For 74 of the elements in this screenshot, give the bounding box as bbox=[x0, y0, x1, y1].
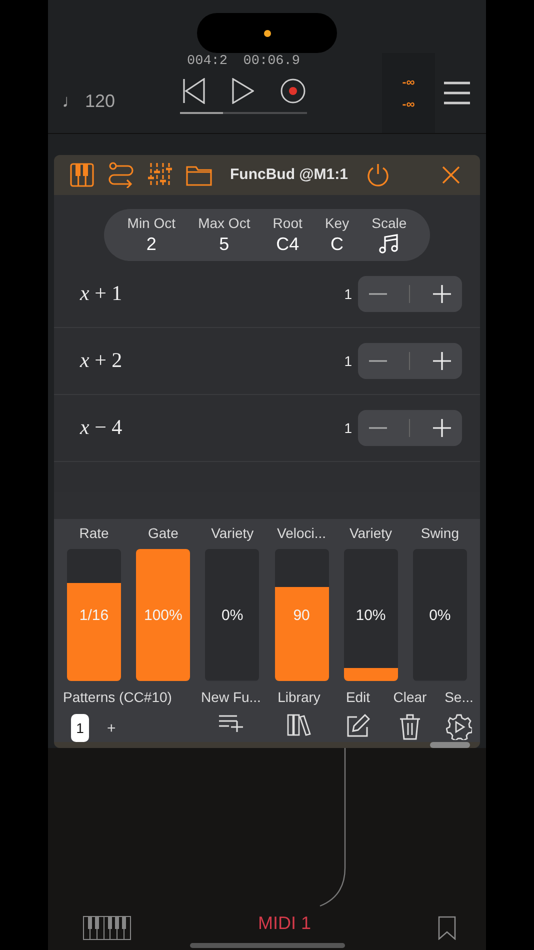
setting-label: Scale bbox=[372, 215, 407, 232]
edit-icon[interactable] bbox=[346, 714, 370, 738]
setting-label: Root bbox=[272, 214, 302, 231]
resize-handle[interactable] bbox=[430, 742, 470, 748]
stepper[interactable] bbox=[358, 410, 462, 446]
pattern-chip[interactable]: 1 bbox=[71, 714, 89, 742]
action-label: New Fu... bbox=[201, 689, 261, 705]
setting-value[interactable]: 5 bbox=[219, 234, 230, 255]
count-label: 1 bbox=[344, 352, 352, 369]
bookmark-icon[interactable] bbox=[438, 916, 456, 940]
setting-value[interactable]: C bbox=[330, 234, 344, 255]
power-icon[interactable] bbox=[366, 162, 390, 187]
function-expression[interactable]: x − 4 bbox=[80, 415, 344, 440]
keyboard-icon[interactable] bbox=[83, 916, 131, 940]
plus-icon[interactable] bbox=[432, 418, 451, 437]
setting-value[interactable]: 2 bbox=[146, 234, 156, 255]
mixer-icon[interactable] bbox=[148, 162, 172, 188]
setting-label: Min Oct bbox=[127, 214, 176, 231]
action-label: Se... bbox=[444, 689, 474, 705]
menu-icon[interactable] bbox=[444, 81, 470, 105]
action-label: Clear bbox=[393, 689, 427, 705]
slider-value: 100% bbox=[144, 606, 182, 624]
track-name[interactable]: MIDI 1 bbox=[258, 912, 311, 934]
action-label: Edit bbox=[346, 689, 370, 705]
minus-icon[interactable] bbox=[369, 426, 388, 429]
tempo-label[interactable]: ♩ 120 bbox=[62, 90, 180, 112]
slider-label: Gate bbox=[148, 525, 178, 541]
play-icon[interactable] bbox=[232, 78, 254, 104]
close-icon[interactable] bbox=[442, 166, 460, 184]
slider-label: Variety bbox=[211, 525, 254, 541]
record-icon[interactable] bbox=[280, 78, 306, 104]
folder-icon[interactable] bbox=[186, 164, 212, 186]
patterns-label: Patterns (CC#10) bbox=[63, 689, 172, 705]
plus-icon[interactable] bbox=[432, 284, 451, 303]
slider-label: Rate bbox=[79, 525, 109, 541]
add-pattern-button[interactable]: + bbox=[103, 720, 120, 736]
plugin-title: FuncBud @M1:1 bbox=[230, 166, 348, 184]
time-readout: 00:06.9 bbox=[243, 54, 300, 69]
setting-value[interactable]: C4 bbox=[276, 234, 300, 255]
setting-label: Key bbox=[324, 214, 350, 231]
setting-label: Max Oct bbox=[198, 214, 250, 231]
plus-icon[interactable] bbox=[432, 352, 451, 370]
count-label: 1 bbox=[344, 420, 352, 436]
slider-label: Variety bbox=[349, 525, 392, 541]
action-label: Library bbox=[278, 689, 320, 705]
position-readout: 004:2 bbox=[187, 54, 228, 69]
books-icon[interactable] bbox=[287, 714, 311, 736]
gear-play-icon[interactable] bbox=[446, 714, 472, 740]
count-label: 1 bbox=[344, 286, 352, 302]
slider-value: 0% bbox=[222, 606, 244, 624]
rewind-icon[interactable] bbox=[182, 78, 206, 104]
function-expression[interactable]: x + 1 bbox=[80, 281, 344, 306]
stepper[interactable] bbox=[358, 342, 462, 379]
piano-icon[interactable] bbox=[70, 162, 94, 187]
slider-track[interactable]: 0% bbox=[412, 549, 467, 681]
slider-track[interactable]: 10% bbox=[344, 549, 398, 681]
slider-track[interactable]: 0% bbox=[205, 549, 260, 681]
minus-icon[interactable] bbox=[369, 292, 388, 295]
route-icon[interactable] bbox=[108, 162, 134, 188]
stepper[interactable] bbox=[358, 276, 462, 312]
music-note-icon[interactable] bbox=[379, 234, 400, 254]
list-add-icon[interactable] bbox=[219, 714, 243, 732]
slider-value: 1/16 bbox=[79, 606, 109, 624]
slider-label: Veloci... bbox=[277, 525, 326, 541]
indicator-dot bbox=[264, 30, 270, 36]
slider-label: Swing bbox=[420, 525, 459, 541]
meter-readout: -∞ bbox=[402, 97, 415, 111]
meter-readout: -∞ bbox=[402, 75, 415, 89]
slider-value: 90 bbox=[293, 606, 310, 624]
minus-icon[interactable] bbox=[369, 360, 388, 362]
slider-value: 10% bbox=[356, 606, 386, 624]
slider-value: 0% bbox=[429, 606, 451, 624]
trash-icon[interactable] bbox=[399, 714, 421, 740]
function-expression[interactable]: x + 2 bbox=[80, 348, 344, 374]
